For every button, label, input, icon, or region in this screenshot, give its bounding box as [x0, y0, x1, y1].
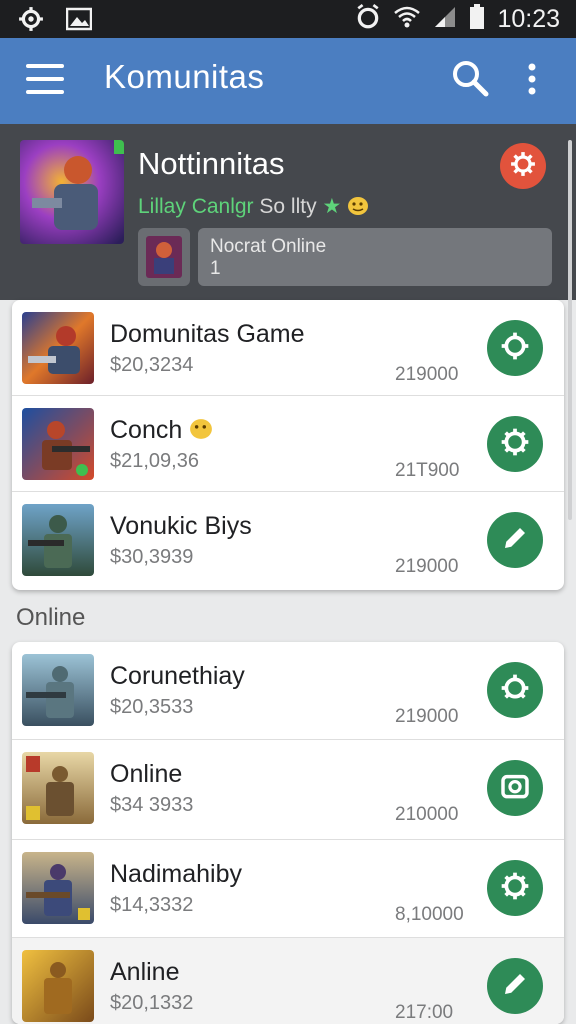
item-edit-button[interactable]	[487, 958, 543, 1014]
image-icon	[65, 7, 93, 36]
profile-subtitle: Lillay Canlgr So llty ★	[138, 194, 369, 219]
item-settings-button[interactable]	[487, 860, 543, 916]
settings-icon	[499, 870, 531, 907]
item-price: $14,3332	[110, 894, 194, 916]
signal-icon	[433, 5, 457, 34]
settings-button[interactable]	[500, 143, 546, 189]
settings-icon	[499, 672, 531, 709]
emoji-icon	[347, 195, 369, 218]
online-status-line2: 1	[210, 258, 221, 279]
menu-icon[interactable]	[26, 64, 64, 98]
camera-icon	[499, 770, 531, 807]
item-title: Anline	[110, 958, 180, 986]
item-price: $20,3234	[110, 354, 194, 376]
list-item[interactable]: Nadimahiby $14,3332 8,10000	[12, 840, 564, 938]
item-price: $20,3533	[110, 696, 194, 718]
settings-icon	[499, 426, 531, 463]
game-thumbnail	[22, 852, 94, 924]
more-vert-icon[interactable]	[526, 62, 538, 101]
scrollbar[interactable]	[568, 140, 572, 520]
game-thumbnail	[22, 312, 94, 384]
item-camera-button[interactable]	[487, 760, 543, 816]
battery-icon	[469, 4, 485, 35]
list-item[interactable]: Domunitas Game $20,3234 219000	[12, 300, 564, 396]
games-list-card: Domunitas Game $20,3234 219000 Conch $21…	[12, 300, 564, 590]
list-item[interactable]: Anline $20,1332 217:00	[12, 938, 564, 1024]
item-title: Domunitas Game	[110, 320, 305, 348]
item-price: $20,1332	[110, 992, 194, 1014]
list-item[interactable]: Online $34 3933 210000	[12, 740, 564, 840]
item-title: Conch	[110, 416, 213, 445]
profile-name: Nottinnitas	[138, 146, 285, 181]
gear-icon	[18, 6, 44, 37]
item-edit-button[interactable]	[487, 512, 543, 568]
list-item[interactable]: Vonukic Biys $30,3939 219000	[12, 492, 564, 588]
emoji-icon	[189, 416, 213, 444]
online-list-card: Corunethiay $20,3533 219000 Online $34 3…	[12, 642, 564, 1024]
item-settings-button[interactable]	[487, 320, 543, 376]
section-header-online: Online	[16, 604, 86, 631]
game-thumbnail	[22, 408, 94, 480]
item-count: 219000	[395, 706, 459, 727]
item-count: 210000	[395, 804, 459, 825]
avatar[interactable]	[20, 140, 124, 244]
item-title: Online	[110, 760, 183, 788]
app-bar: Komunitas	[0, 38, 576, 124]
item-settings-button[interactable]	[487, 416, 543, 472]
settings-icon	[510, 151, 536, 182]
settings-icon	[499, 330, 531, 367]
item-count: 8,10000	[395, 904, 464, 925]
profile-header: Nottinnitas Lillay Canlgr So llty ★ Nocr…	[0, 124, 576, 300]
status-time: 10:23	[497, 5, 560, 33]
profile-subtitle-rest: So llty	[259, 195, 317, 218]
item-title: Corunethiay	[110, 662, 245, 690]
item-title-text: Conch	[110, 416, 183, 444]
list-item[interactable]: Conch $21,09,36 21T900	[12, 396, 564, 492]
wifi-icon	[393, 5, 421, 34]
game-thumbnail	[22, 752, 94, 824]
status-bar: 10:23	[0, 0, 576, 38]
edit-icon	[500, 523, 530, 558]
star-icon: ★	[322, 195, 342, 218]
online-status-box[interactable]: Nocrat Online 1	[198, 228, 552, 286]
profile-thumbnail[interactable]	[138, 228, 190, 286]
item-price: $34 3933	[110, 794, 194, 816]
game-thumbnail	[22, 504, 94, 576]
item-count: 21T900	[395, 460, 460, 481]
item-settings-button[interactable]	[487, 662, 543, 718]
search-icon[interactable]	[450, 58, 490, 103]
edit-icon	[500, 969, 530, 1004]
page-title: Komunitas	[104, 58, 265, 95]
game-thumbnail	[22, 950, 94, 1022]
item-title: Vonukic Biys	[110, 512, 252, 540]
item-title: Nadimahiby	[110, 860, 243, 888]
game-thumbnail	[22, 654, 94, 726]
item-price: $21,09,36	[110, 450, 199, 472]
profile-subtitle-green: Lillay Canlgr	[138, 195, 254, 218]
item-count: 219000	[395, 556, 459, 577]
list-item[interactable]: Corunethiay $20,3533 219000	[12, 642, 564, 740]
item-count: 219000	[395, 364, 459, 385]
alarm-icon	[355, 4, 381, 35]
item-count: 217:00	[395, 1002, 454, 1023]
online-status-line1: Nocrat Online	[210, 236, 327, 257]
item-price: $30,3939	[110, 546, 194, 568]
